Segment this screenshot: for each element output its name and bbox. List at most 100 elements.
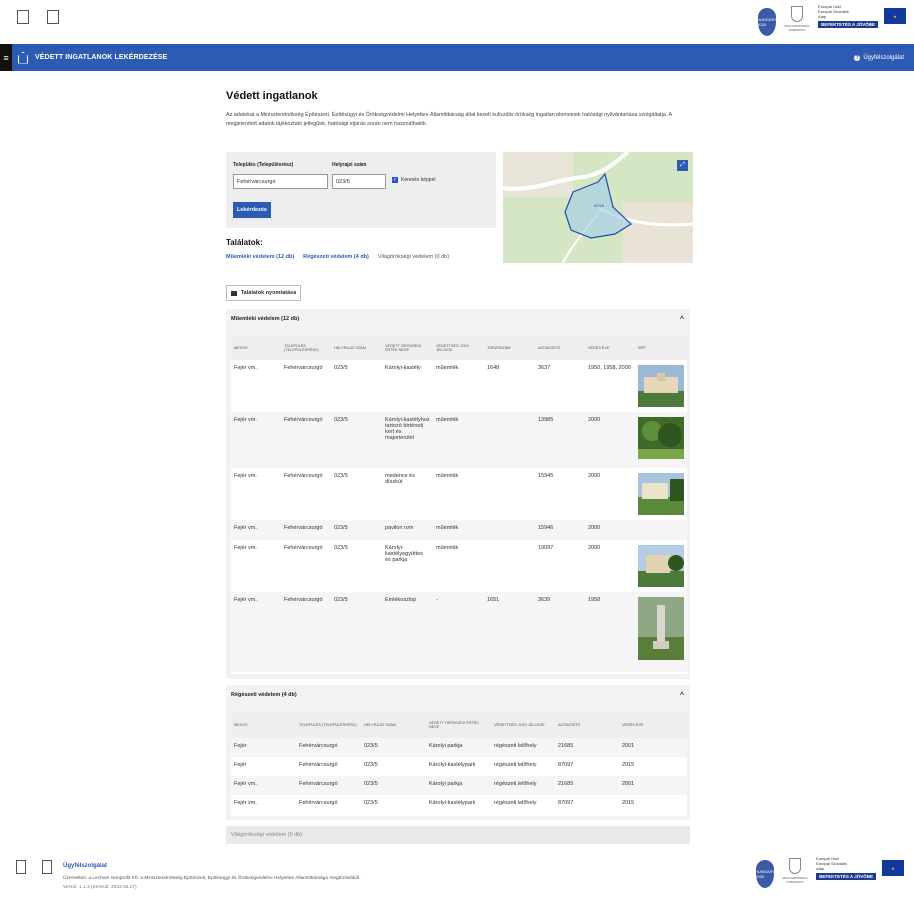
table-row[interactable]: Fejér vm. Fehérvárcsurgó 023/5 pavilon r…: [231, 520, 687, 540]
table-row[interactable]: Fejér vm. Fehérvárcsurgó 023/5 Emlékoszl…: [231, 592, 687, 672]
cell: Fejér vm.: [231, 412, 281, 468]
cell: régészeti lelőhely: [491, 757, 555, 776]
table-row[interactable]: Fejér vm. Fehérvárcsurgó 023/5 Károlyi-k…: [231, 540, 687, 592]
question-icon: ?: [854, 54, 861, 61]
hungary-pin-logo: HUNGARY 2030: [757, 8, 777, 36]
expand-map-icon[interactable]: ⤢: [677, 160, 688, 171]
cell: [484, 520, 535, 540]
result-link-monument[interactable]: Műemléki védelem (12 db): [226, 254, 294, 260]
table-row[interactable]: Fejér vm. Fehérvárcsurgó 023/5 Károlyi-k…: [231, 360, 687, 412]
table-row[interactable]: Fejér vm. Fehérvárcsurgó 023/5 Károlyi-k…: [231, 412, 687, 468]
image-search-checkbox[interactable]: ✓ Keresés képpel: [392, 177, 435, 183]
cell: Károlyi parkja: [426, 776, 491, 795]
cell: műemlék: [433, 412, 484, 468]
table-row[interactable]: Fejér Fehérvárcsurgó 023/5 Károlyi-kasté…: [231, 757, 687, 776]
cell: Fejér vm.: [231, 795, 296, 814]
cell: Fejér vm.: [231, 468, 281, 520]
result-link-world-heritage[interactable]: Világörökségi védelem (0 db): [378, 254, 449, 260]
cell: -: [433, 592, 484, 672]
chevron-up-icon[interactable]: ^: [680, 692, 684, 699]
cell: 2000: [585, 412, 635, 468]
cell: 3639: [535, 592, 585, 672]
hamburger-menu-icon[interactable]: ≡: [0, 44, 12, 71]
agency-logo: [46, 10, 60, 32]
cell: műemlék: [433, 468, 484, 520]
cell: 023/5: [331, 360, 382, 412]
lot-number-input[interactable]: 023/5: [332, 174, 386, 189]
cell: 87097: [555, 795, 619, 814]
app-title[interactable]: VÉDETT INGATLANOK LEKÉRDEZÉSE: [35, 54, 167, 61]
world-heritage-section-header[interactable]: Világörökségi védelem (0 db): [226, 826, 690, 844]
intro-text: Az adatokat a Miniszterelnökség Építésze…: [226, 112, 672, 127]
table-row[interactable]: Fejér vm. Fehérvárcsurgó 023/5 Károlyi p…: [231, 776, 687, 795]
cell: 1958: [585, 592, 635, 672]
ministry-logo: [16, 10, 30, 32]
top-header: HUNGARY 2030 MAGYARORSZÁG KORMÁNYA Európ…: [0, 0, 914, 44]
navbar: ≡ VÉDETT INGATLANOK LEKÉRDEZÉSE ? Ügyfél…: [0, 44, 914, 71]
monument-table-wrapper: MEGYE TELEPÜLÉS (TELEPÜLÉSRÉSZ) HELYRAJZ…: [231, 336, 687, 674]
cell: [484, 468, 535, 520]
map-view[interactable]: 023/5 ⤢: [503, 152, 693, 263]
garden-photo[interactable]: [638, 417, 684, 459]
col-header: VÉDETT ÖRÖKSÉGI ÉRTÉK NEVE: [426, 712, 491, 738]
col-header: TELEPÜLÉS (TELEPÜLÉSRÉSZ): [281, 336, 331, 360]
settlement-input[interactable]: Fehérvárcsurgó: [233, 174, 328, 189]
footer-version: Verzió: 1.1.3 (Készült: 2023.06.17): [63, 885, 137, 890]
archaeology-section-header[interactable]: Régészeti védelem (4 db) ^: [226, 685, 690, 705]
eu-flag-icon: ★: [884, 8, 906, 24]
cell: [635, 360, 687, 412]
cell: műemlék: [433, 360, 484, 412]
monument-section-header[interactable]: Műemléki védelem (12 db) ^: [226, 309, 690, 329]
checkbox-checked-icon: ✓: [392, 177, 398, 183]
cell: 023/5: [331, 412, 382, 468]
cell: [635, 468, 687, 520]
help-link[interactable]: ? Ügyfélszolgálat: [854, 54, 904, 61]
castle-photo[interactable]: [638, 365, 684, 407]
cell: 3637: [535, 360, 585, 412]
result-link-archaeology[interactable]: Régészeti védelem (4 db): [303, 254, 369, 260]
map-canvas: 023/5: [503, 152, 693, 263]
col-header: MEGYE: [231, 336, 281, 360]
cell: régészeti lelőhely: [491, 738, 555, 757]
eu-logos: HUNGARY 2030 MAGYARORSZÁG KORMÁNYA Európ…: [757, 4, 906, 40]
cell: [635, 520, 687, 540]
memorial-column-photo[interactable]: [638, 597, 684, 660]
cell: Károlyi-kastélypark: [426, 757, 491, 776]
cell: 023/5: [361, 738, 426, 757]
cell: műemlék: [433, 520, 484, 540]
cell: Károlyi-kastélyhoz tartozó történeti ker…: [382, 412, 433, 468]
fountain-photo[interactable]: [638, 473, 684, 515]
cell: 15946: [535, 520, 585, 540]
col-header: VÉDETTSÉG JOGI JELLEGE: [491, 712, 555, 738]
footer-help-title[interactable]: Ügyfélszolgálat: [63, 863, 107, 869]
cell: 023/5: [331, 520, 382, 540]
cell: [484, 412, 535, 468]
map-parcel-label: 023/5: [594, 203, 605, 208]
table-row[interactable]: Fejér vm. Fehérvárcsurgó 023/5 Károlyi-k…: [231, 795, 687, 814]
archaeology-table-wrapper: MEGYE TELEPÜLÉS (TELEPÜLÉSRÉSZ) HELYRAJZ…: [231, 712, 687, 816]
cell: pavilon rom: [382, 520, 433, 540]
query-button[interactable]: Lekérdezés: [233, 202, 271, 218]
cell: 21685: [555, 776, 619, 795]
cell: Fejér vm.: [231, 776, 296, 795]
print-results-button[interactable]: Találatok nyomtatása: [226, 285, 301, 301]
col-header: VÉDÉS ÉVE: [585, 336, 635, 360]
cell: 1651: [484, 592, 535, 672]
cell: 13985: [535, 412, 585, 468]
chevron-up-icon[interactable]: ^: [680, 316, 684, 323]
col-header: VÉDÉS ÉVE: [619, 712, 687, 738]
cell: 2001: [619, 776, 687, 795]
printer-icon: [230, 290, 237, 296]
cell: Fehérvárcsurgó: [296, 757, 361, 776]
castle-park-photo[interactable]: [638, 545, 684, 587]
table-row[interactable]: Fejér vm. Fehérvárcsurgó 023/5 medence é…: [231, 468, 687, 520]
col-header: KÉP: [635, 336, 687, 360]
cell: Fehérvárcsurgó: [296, 738, 361, 757]
settlement-label: Település (Településrész): [233, 162, 294, 168]
cell: 21685: [555, 738, 619, 757]
table-row[interactable]: Fejér Fehérvárcsurgó 023/5 Károlyi parkj…: [231, 738, 687, 757]
agency-logo: [40, 860, 54, 874]
cell: 19097: [535, 540, 585, 592]
cell: Fejér vm.: [231, 360, 281, 412]
home-icon[interactable]: [18, 51, 28, 64]
